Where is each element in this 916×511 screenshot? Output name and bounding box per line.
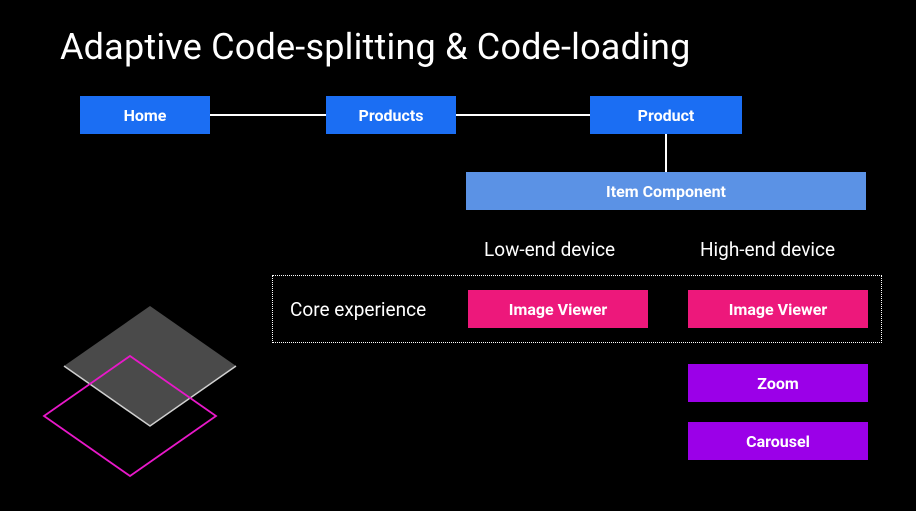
connector-v1 — [665, 134, 667, 172]
page-title: Adaptive Code-splitting & Code-loading — [60, 26, 691, 68]
node-products: Products — [326, 96, 456, 134]
heading-high-end: High-end device — [700, 238, 835, 261]
component-image-viewer-high: Image Viewer — [688, 290, 868, 328]
component-carousel-label: Carousel — [746, 432, 810, 451]
component-carousel: Carousel — [688, 422, 868, 460]
layers-icon — [20, 300, 240, 500]
node-products-label: Products — [359, 106, 424, 125]
heading-low-end: Low-end device — [484, 238, 615, 261]
node-product-label: Product — [638, 106, 695, 125]
component-image-viewer-low-label: Image Viewer — [509, 300, 607, 319]
component-zoom: Zoom — [688, 364, 868, 402]
node-home: Home — [80, 96, 210, 134]
component-image-viewer-high-label: Image Viewer — [729, 300, 827, 319]
connector-h1 — [210, 114, 326, 116]
component-image-viewer-low: Image Viewer — [468, 290, 648, 328]
node-item-component-label: Item Component — [606, 182, 726, 201]
node-item-component: Item Component — [466, 172, 866, 210]
label-core-experience: Core experience — [290, 298, 426, 321]
component-zoom-label: Zoom — [757, 374, 798, 393]
node-product: Product — [590, 96, 742, 134]
connector-h2 — [456, 114, 590, 116]
node-home-label: Home — [124, 106, 167, 125]
